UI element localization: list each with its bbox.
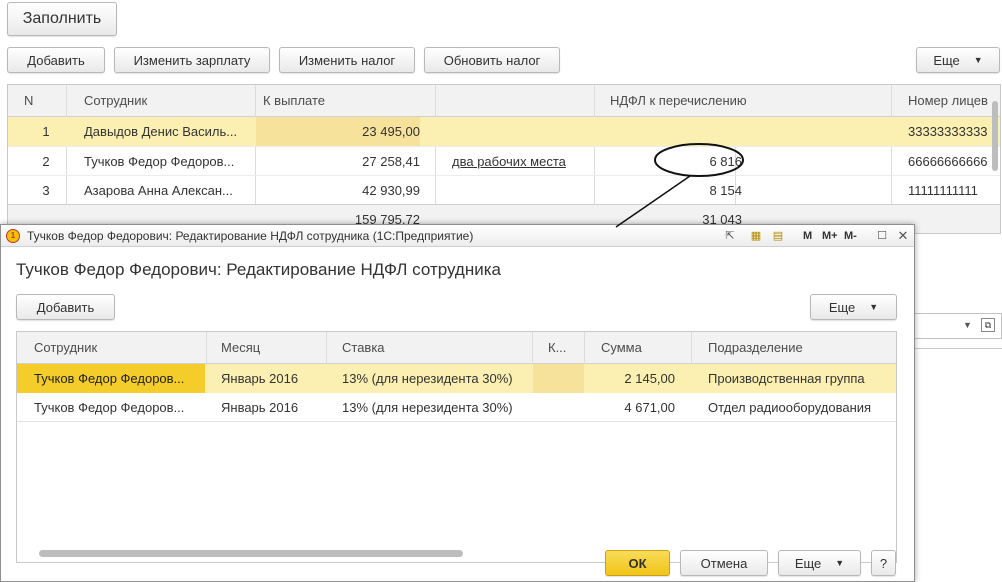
table-header: N Сотрудник К выплате НДФЛ к перечислени… <box>8 85 1000 117</box>
chevron-down-icon: ▼ <box>973 55 983 65</box>
table-row[interactable]: 1 Давыдов Денис Василь... 23 495,00 3333… <box>8 117 1000 146</box>
maximize-icon[interactable]: ☐ <box>875 229 889 243</box>
footer-more-button[interactable]: Еще ▼ <box>778 550 861 576</box>
col-sum[interactable]: Сумма <box>601 332 691 364</box>
col-n[interactable]: N <box>24 85 54 117</box>
row-employee: Азарова Анна Алексан... <box>84 183 233 198</box>
fill-button[interactable]: Заполнить <box>7 2 117 36</box>
two-workplaces-link[interactable]: два рабочих места <box>452 147 592 176</box>
row-employee: Давыдов Денис Василь... <box>84 124 238 139</box>
row-payout: 27 258,41 <box>362 154 420 169</box>
open-icon[interactable]: ⧉ <box>981 318 995 332</box>
row-number: 1 <box>42 124 50 139</box>
row-employee: Тучков Федор Федоров... <box>84 154 235 169</box>
close-icon[interactable]: ✕ <box>896 229 910 243</box>
row-rate: 13% (для нерезидента 30%) <box>342 371 513 386</box>
row-division: Отдел радиооборудования <box>708 400 872 415</box>
dialog-heading: Тучков Федор Федорович: Редактирование Н… <box>16 260 502 279</box>
more-label: Еще <box>794 555 822 571</box>
ndfl-table: Сотрудник Месяц Ставка К... Сумма Подраз… <box>16 331 897 563</box>
more-label: Еще <box>933 52 960 68</box>
more-button[interactable]: Еще ▼ <box>916 47 1000 73</box>
col-employee[interactable]: Сотрудник <box>34 332 204 364</box>
dialog-more-button[interactable]: Еще ▼ <box>810 294 897 320</box>
row-ndfl: 8 154 <box>709 183 742 198</box>
window-title: Тучков Федор Федорович: Редактирование Н… <box>27 229 474 243</box>
col-month[interactable]: Месяц <box>221 332 331 364</box>
help-button[interactable]: ? <box>871 550 896 576</box>
row-sum: 2 145,00 <box>624 371 675 386</box>
table-row[interactable]: Тучков Федор Федоров... Январь 2016 13% … <box>17 364 896 393</box>
col-rate[interactable]: Ставка <box>342 332 532 364</box>
calendar-icon[interactable]: ▤ <box>771 229 785 243</box>
chevron-down-icon: ▼ <box>869 302 879 312</box>
col-payout[interactable]: К выплате <box>263 85 593 117</box>
row-account: 66666666666 <box>908 154 988 169</box>
memory-plus-button[interactable]: M+ <box>822 225 838 247</box>
chevron-down-icon: ▼ <box>835 558 845 568</box>
row-k <box>533 364 584 393</box>
table-row[interactable]: 3 Азарова Анна Алексан... 42 930,99 8 15… <box>8 175 1000 204</box>
row-employee: Тучков Федор Федоров... <box>17 364 205 393</box>
col-division[interactable]: Подразделение <box>708 332 888 364</box>
change-tax-button[interactable]: Изменить налог <box>279 47 415 73</box>
row-payout: 42 930,99 <box>362 183 420 198</box>
row-account: 11111111111 <box>908 183 978 198</box>
col-account[interactable]: Номер лицев <box>908 85 988 117</box>
horizontal-scrollbar[interactable] <box>39 550 463 557</box>
col-ndfl[interactable]: НДФЛ к перечислению <box>610 85 890 117</box>
link-icon[interactable]: ⇱ <box>723 229 737 243</box>
ok-button[interactable]: ОК <box>605 550 670 576</box>
row-division: Производственная группа <box>708 371 865 386</box>
calculator-icon[interactable]: ▦ <box>749 229 763 243</box>
row-ndfl: 6 816 <box>709 154 742 169</box>
row-number: 3 <box>42 183 50 198</box>
memory-minus-button[interactable]: M- <box>844 225 857 247</box>
chevron-down-icon: ▼ <box>963 320 972 330</box>
row-rate: 13% (для нерезидента 30%) <box>342 400 513 415</box>
add-button[interactable]: Добавить <box>7 47 105 73</box>
employees-table: N Сотрудник К выплате НДФЛ к перечислени… <box>7 84 1001 234</box>
memory-button[interactable]: M <box>803 225 812 247</box>
cancel-button[interactable]: Отмена <box>680 550 768 576</box>
row-sum: 4 671,00 <box>624 400 675 415</box>
row-account: 33333333333 <box>908 124 988 139</box>
underlying-divider <box>914 348 1002 349</box>
vertical-scrollbar[interactable] <box>992 101 998 171</box>
table-row[interactable]: Тучков Федор Федоров... Январь 2016 13% … <box>17 393 896 422</box>
row-employee: Тучков Федор Федоров... <box>34 400 185 415</box>
table-header: Сотрудник Месяц Ставка К... Сумма Подраз… <box>17 332 896 364</box>
dialog-add-button[interactable]: Добавить <box>16 294 115 320</box>
more-label: Еще <box>828 299 856 315</box>
row-number: 2 <box>42 154 50 169</box>
change-salary-button[interactable]: Изменить зарплату <box>114 47 270 73</box>
col-k[interactable]: К... <box>548 332 588 364</box>
app-logo-icon: 1 <box>6 229 20 243</box>
dialog-titlebar[interactable]: 1 Тучков Федор Федорович: Редактирование… <box>1 225 914 247</box>
underlying-field[interactable]: ▼ ⧉ <box>914 313 1002 339</box>
update-tax-button[interactable]: Обновить налог <box>424 47 560 73</box>
col-employee[interactable]: Сотрудник <box>84 85 254 117</box>
row-payout: 23 495,00 <box>256 117 420 146</box>
table-row[interactable]: 2 Тучков Федор Федоров... 27 258,41 два … <box>8 146 1000 175</box>
edit-ndfl-dialog: 1 Тучков Федор Федорович: Редактирование… <box>0 224 915 582</box>
row-month: Январь 2016 <box>221 400 299 415</box>
row-month: Январь 2016 <box>221 371 299 386</box>
